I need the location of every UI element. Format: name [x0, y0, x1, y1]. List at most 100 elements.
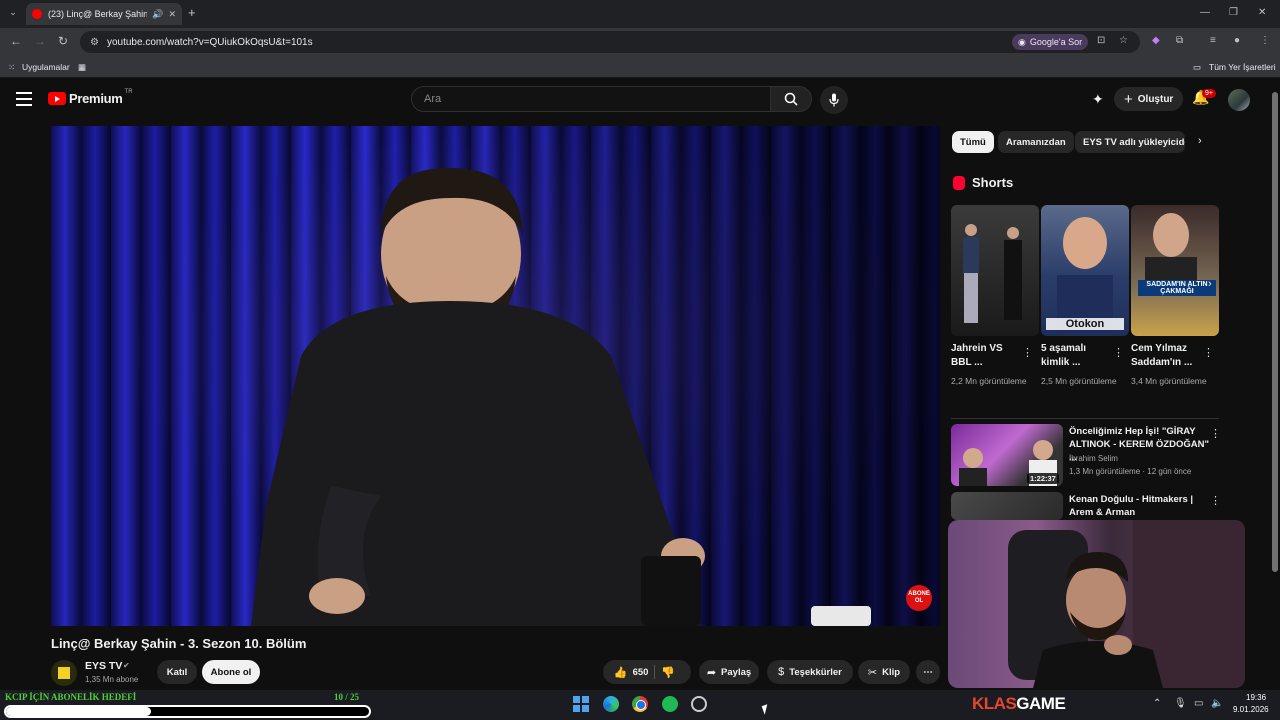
more-actions-icon[interactable]: ⋯	[916, 660, 940, 684]
new-tab-button[interactable]: +	[188, 5, 196, 20]
short-views: 2,2 Mn görüntüleme	[951, 376, 1027, 386]
clip-label: Klip	[882, 666, 901, 678]
short-thumbnail[interactable]	[1131, 205, 1219, 336]
app-icon[interactable]	[691, 696, 707, 712]
thanks-label: Teşekkürler	[789, 666, 842, 678]
webcam-scene	[1008, 520, 1245, 688]
recommendation-meta: 1,3 Mn görüntüleme · 12 gün önce	[1069, 467, 1192, 476]
folder-icon: ▭	[1193, 62, 1202, 72]
super-thanks-icon: $	[778, 666, 785, 678]
short-more-icon[interactable]: ⋮	[1203, 346, 1214, 359]
extensions-puzzle-icon[interactable]: ⧉	[1176, 35, 1183, 46]
apps-grid-icon[interactable]: ⁙	[8, 62, 15, 73]
voice-search-button[interactable]	[820, 86, 848, 114]
scrollbar-thumb[interactable]	[1272, 92, 1278, 572]
reading-list-icon[interactable]: ≡	[1210, 35, 1216, 46]
extension-purple-icon[interactable]: ◆	[1152, 35, 1160, 46]
subscriber-count: 1,35 Mn abone	[85, 675, 139, 684]
like-dislike-group: 👍 650 👎	[603, 660, 691, 684]
tray-network-icon[interactable]: ▭	[1194, 698, 1203, 709]
short-thumbnail[interactable]	[1041, 205, 1129, 336]
browser-tab-strip: ⌄ (23) Linç@ Berkay Şahin - 3 🔊 ✕ + — ❐ …	[0, 0, 1280, 28]
edge-browser-icon[interactable]	[603, 696, 619, 712]
recommendation-thumbnail[interactable]	[951, 492, 1063, 520]
search-button[interactable]	[770, 86, 812, 112]
create-button[interactable]: + Oluştur	[1114, 87, 1184, 111]
logo-wordmark: Premium	[69, 91, 123, 106]
address-bar[interactable]: ⚙ youtube.com/watch?v=QUiukOkOqsU&t=101s	[80, 31, 1140, 53]
recommendation-more-icon[interactable]: ⋮	[1210, 427, 1221, 440]
like-count[interactable]: 650	[633, 667, 649, 678]
back-icon[interactable]: ←	[10, 34, 22, 48]
tab-title: (23) Linç@ Berkay Şahin - 3	[48, 9, 148, 19]
install-app-icon[interactable]: ⊡	[1097, 35, 1105, 46]
google-ask-button[interactable]: ◉ Google'a Sor	[1012, 34, 1089, 50]
search-input[interactable]: Ara	[411, 86, 771, 112]
profile-avatar-icon[interactable]: ●	[1234, 35, 1240, 46]
youtube-premium-logo[interactable]: Premium TR	[48, 88, 133, 106]
thumbs-down-icon[interactable]: 👎	[661, 666, 675, 679]
chip-from-search[interactable]: Aramanızdan	[998, 131, 1074, 153]
maximize-icon[interactable]: ❐	[1229, 7, 1238, 18]
subscriber-goal-label: KCIP İÇİN ABONELİK HEDEFİ	[5, 692, 137, 702]
recommendation-channel[interactable]: İbrahim Selim	[1069, 454, 1118, 463]
spotify-icon[interactable]	[662, 696, 678, 712]
short-1-figures	[963, 224, 1022, 323]
tab-close-icon[interactable]: ✕	[168, 9, 176, 20]
forward-icon[interactable]: →	[34, 34, 46, 48]
video-player[interactable]	[51, 126, 940, 626]
chip-all[interactable]: Tümü	[952, 131, 994, 153]
short-3-face	[1145, 213, 1197, 287]
recommendation-more-icon[interactable]: ⋮	[1210, 494, 1221, 507]
create-label: Oluştur	[1137, 93, 1174, 105]
bookmark-star-icon[interactable]: ☆	[1119, 35, 1128, 46]
chip-from-uploader[interactable]: EYS TV adlı yükleyiciden	[1075, 131, 1185, 153]
short-more-icon[interactable]: ⋮	[1113, 346, 1124, 359]
join-button[interactable]: Katıl	[157, 660, 197, 684]
short-title[interactable]: 5 aşamalı kimlik ...	[1041, 342, 1105, 370]
short-title[interactable]: Jahrein VS BBL ...	[951, 342, 1015, 370]
hamburger-menu-icon[interactable]	[16, 92, 32, 106]
short-more-icon[interactable]: ⋮	[1022, 346, 1033, 359]
reload-icon[interactable]: ↻	[58, 34, 68, 48]
thumbs-up-icon[interactable]: 👍	[614, 666, 628, 679]
clip-button[interactable]: ✂ Klip	[858, 660, 910, 684]
logo-region: TR	[124, 88, 133, 95]
channel-name[interactable]: EYS TV	[85, 660, 122, 672]
clock-time[interactable]: 19:36	[1246, 693, 1266, 702]
window-close-icon[interactable]: ✕	[1258, 7, 1266, 18]
site-info-icon[interactable]: ⚙	[90, 37, 99, 48]
ai-sparkle-icon[interactable]: ✦	[1092, 91, 1104, 108]
recommendation-title[interactable]: Kenan Doğulu - Hitmakers | Arem & Arman	[1069, 493, 1209, 519]
minimize-icon[interactable]: —	[1200, 7, 1210, 18]
tab-groups-icon[interactable]: ▦	[78, 62, 86, 73]
subscribe-button[interactable]: Abone ol	[202, 660, 260, 684]
tray-chevron-up-icon[interactable]: ⌃	[1153, 698, 1161, 709]
short-thumbnail[interactable]	[951, 205, 1039, 336]
chrome-browser-icon[interactable]	[632, 696, 648, 712]
clock-date[interactable]: 9.01.2026	[1233, 705, 1269, 714]
youtube-favicon-icon	[32, 9, 42, 19]
tray-microphone-icon[interactable]: 🎙	[1174, 698, 1187, 709]
browser-menu-icon[interactable]: ⋮	[1260, 35, 1270, 46]
all-bookmarks-link[interactable]: Tüm Yer İşaretleri	[1209, 62, 1276, 72]
shorts-logo-icon	[953, 176, 965, 190]
windows-start-icon[interactable]	[573, 696, 589, 712]
browser-toolbar: ← → ↻ ⚙ youtube.com/watch?v=QUiukOkOqsU&…	[0, 28, 1280, 56]
share-arrow-icon: ➦	[706, 666, 717, 679]
short-title[interactable]: Cem Yılmaz Saddam'ın ...	[1131, 342, 1201, 370]
chevron-right-icon[interactable]: ›	[1198, 135, 1202, 147]
subscriber-goal-fill	[6, 707, 152, 716]
share-button[interactable]: ➦ Paylaş	[699, 660, 759, 684]
tab-search-icon[interactable]: ⌄	[6, 7, 20, 21]
tray-volume-icon[interactable]: 🔈	[1211, 698, 1223, 709]
account-avatar[interactable]	[1228, 89, 1250, 111]
video-title: Linç@ Berkay Şahin - 3. Sezon 10. Bölüm	[51, 636, 307, 651]
speaker-icon[interactable]: 🔊	[152, 9, 163, 20]
shorts-next-icon[interactable]: ›	[1208, 278, 1212, 290]
channel-avatar[interactable]	[51, 660, 77, 686]
browser-tab-active[interactable]: (23) Linç@ Berkay Şahin - 3 🔊 ✕	[26, 3, 182, 25]
thanks-button[interactable]: $ Teşekkürler	[767, 660, 853, 684]
subscribe-watermark-badge[interactable]: ABONE OL	[906, 585, 932, 611]
bookmark-apps[interactable]: Uygulamalar	[22, 62, 70, 72]
